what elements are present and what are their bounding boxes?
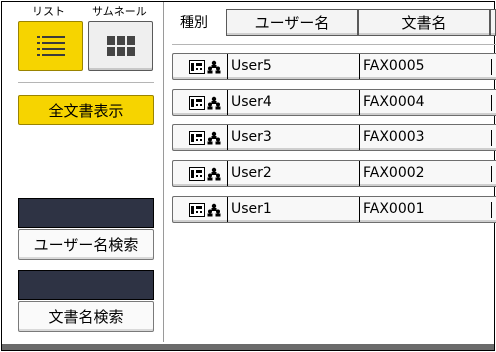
users-icon <box>207 96 221 110</box>
row-icons <box>189 202 222 218</box>
thumbnail-view-button[interactable] <box>88 21 153 71</box>
row-column-separator <box>491 95 492 111</box>
row-user-name: User5 <box>227 54 272 79</box>
row-user-name: User2 <box>227 161 272 186</box>
row-document-name: FAX0002 <box>359 161 425 186</box>
type-column-label: 種別 <box>180 15 208 31</box>
list-view-label: リスト <box>32 5 65 18</box>
users-icon <box>207 203 221 217</box>
doc-search-field[interactable] <box>18 270 154 300</box>
row-user-name: User4 <box>227 90 272 115</box>
row-column-separator <box>491 202 492 218</box>
row-document-name: FAX0004 <box>359 90 425 115</box>
row-icons <box>189 130 222 146</box>
users-icon <box>207 167 221 181</box>
grid-icon <box>106 36 135 56</box>
doc-search-button[interactable]: 文書名検索 <box>18 301 154 332</box>
row-column-separator <box>491 166 492 182</box>
thumbnail-view-label: サムネール <box>92 5 147 18</box>
row-column-separator <box>491 59 492 75</box>
user-search-field[interactable] <box>18 198 154 228</box>
document-name-sort-tab[interactable]: 文書名 <box>358 9 490 36</box>
row-column-separator <box>491 130 492 146</box>
fax-icon <box>189 167 205 181</box>
fax-icon <box>189 96 205 110</box>
document-row[interactable]: User1 FAX0001 <box>172 196 496 223</box>
fax-icon <box>189 203 205 217</box>
list-icon <box>36 36 65 56</box>
row-icons <box>189 95 222 111</box>
user-search-button[interactable]: ユーザー名検索 <box>18 229 154 260</box>
document-row[interactable]: User5 FAX0005 <box>172 53 496 80</box>
row-icons <box>189 166 222 182</box>
user-name-sort-tab[interactable]: ユーザー名 <box>226 9 358 36</box>
row-document-name: FAX0001 <box>359 197 425 222</box>
row-document-name: FAX0003 <box>359 125 425 150</box>
left-divider <box>18 82 154 83</box>
fax-icon <box>189 60 205 74</box>
next-column-tab[interactable] <box>490 9 496 36</box>
users-icon <box>207 60 221 74</box>
document-row[interactable]: User4 FAX0004 <box>172 89 496 116</box>
document-row[interactable]: User3 FAX0003 <box>172 124 496 151</box>
users-icon <box>207 131 221 145</box>
row-user-name: User3 <box>227 125 272 150</box>
show-all-documents-button[interactable]: 全文書表示 <box>18 95 154 125</box>
fax-icon <box>189 131 205 145</box>
row-user-name: User1 <box>227 197 272 222</box>
header-divider <box>172 44 496 45</box>
panel-separator <box>163 2 164 342</box>
bottom-bar <box>2 344 494 350</box>
row-document-name: FAX0005 <box>359 54 425 79</box>
list-view-button[interactable] <box>18 21 83 71</box>
document-row[interactable]: User2 FAX0002 <box>172 160 496 187</box>
row-icons <box>189 59 222 75</box>
